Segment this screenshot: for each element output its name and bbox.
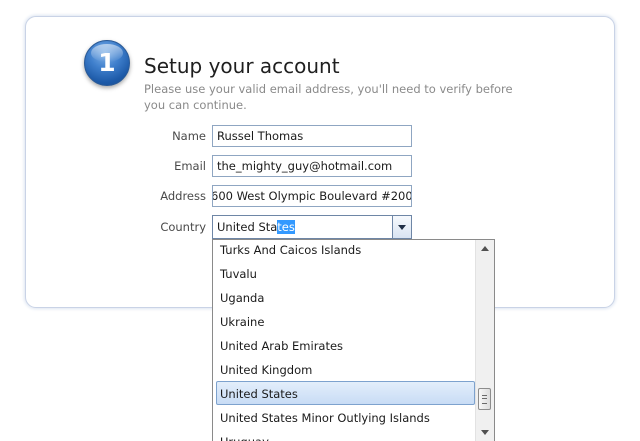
country-option[interactable]: United States Minor Outlying Islands (213, 405, 475, 429)
country-option[interactable]: United States (216, 381, 475, 405)
country-combobox-text[interactable]: United States (217, 218, 295, 236)
country-options: Turks And Caicos Islands Tuvalu Uganda Ukra… (213, 240, 475, 441)
country-option[interactable]: Uruguay (213, 429, 475, 441)
country-label: Country (160, 220, 206, 234)
country-dropdown-list[interactable]: Turks And Caicos Islands Tuvalu Uganda Ukra… (212, 239, 495, 441)
country-typed-text: United Sta (217, 220, 278, 234)
address-field[interactable]: 600 West Olympic Boulevard #200 (212, 185, 412, 207)
scrollbar-thumb[interactable] (478, 388, 491, 410)
country-option[interactable]: United Arab Emirates (213, 333, 475, 357)
country-autocomplete-selection: tes (277, 220, 295, 234)
country-combobox[interactable]: United States (212, 215, 412, 239)
setup-page: 1 Setup your account Please use your val… (0, 0, 640, 441)
country-option[interactable]: Turks And Caicos Islands (213, 240, 475, 261)
page-title: Setup your account (144, 54, 340, 78)
country-option[interactable]: Ukraine (213, 309, 475, 333)
country-option[interactable]: Tuvalu (213, 261, 475, 285)
step-number-badge: 1 (84, 40, 130, 86)
scroll-up-icon[interactable] (476, 240, 494, 258)
page-subtitle: Please use your valid email address, you… (144, 82, 513, 112)
country-option[interactable]: Uganda (213, 285, 475, 309)
chevron-down-icon[interactable] (392, 216, 411, 238)
scroll-down-icon[interactable] (476, 424, 494, 441)
email-field[interactable]: the_mighty_guy@hotmail.com (212, 155, 412, 177)
name-label: Name (172, 129, 206, 143)
dropdown-scrollbar[interactable] (475, 240, 494, 441)
country-option[interactable]: United Kingdom (213, 357, 475, 381)
address-label: Address (160, 189, 206, 203)
email-label: Email (174, 159, 206, 173)
name-field[interactable]: Russel Thomas (212, 125, 412, 147)
